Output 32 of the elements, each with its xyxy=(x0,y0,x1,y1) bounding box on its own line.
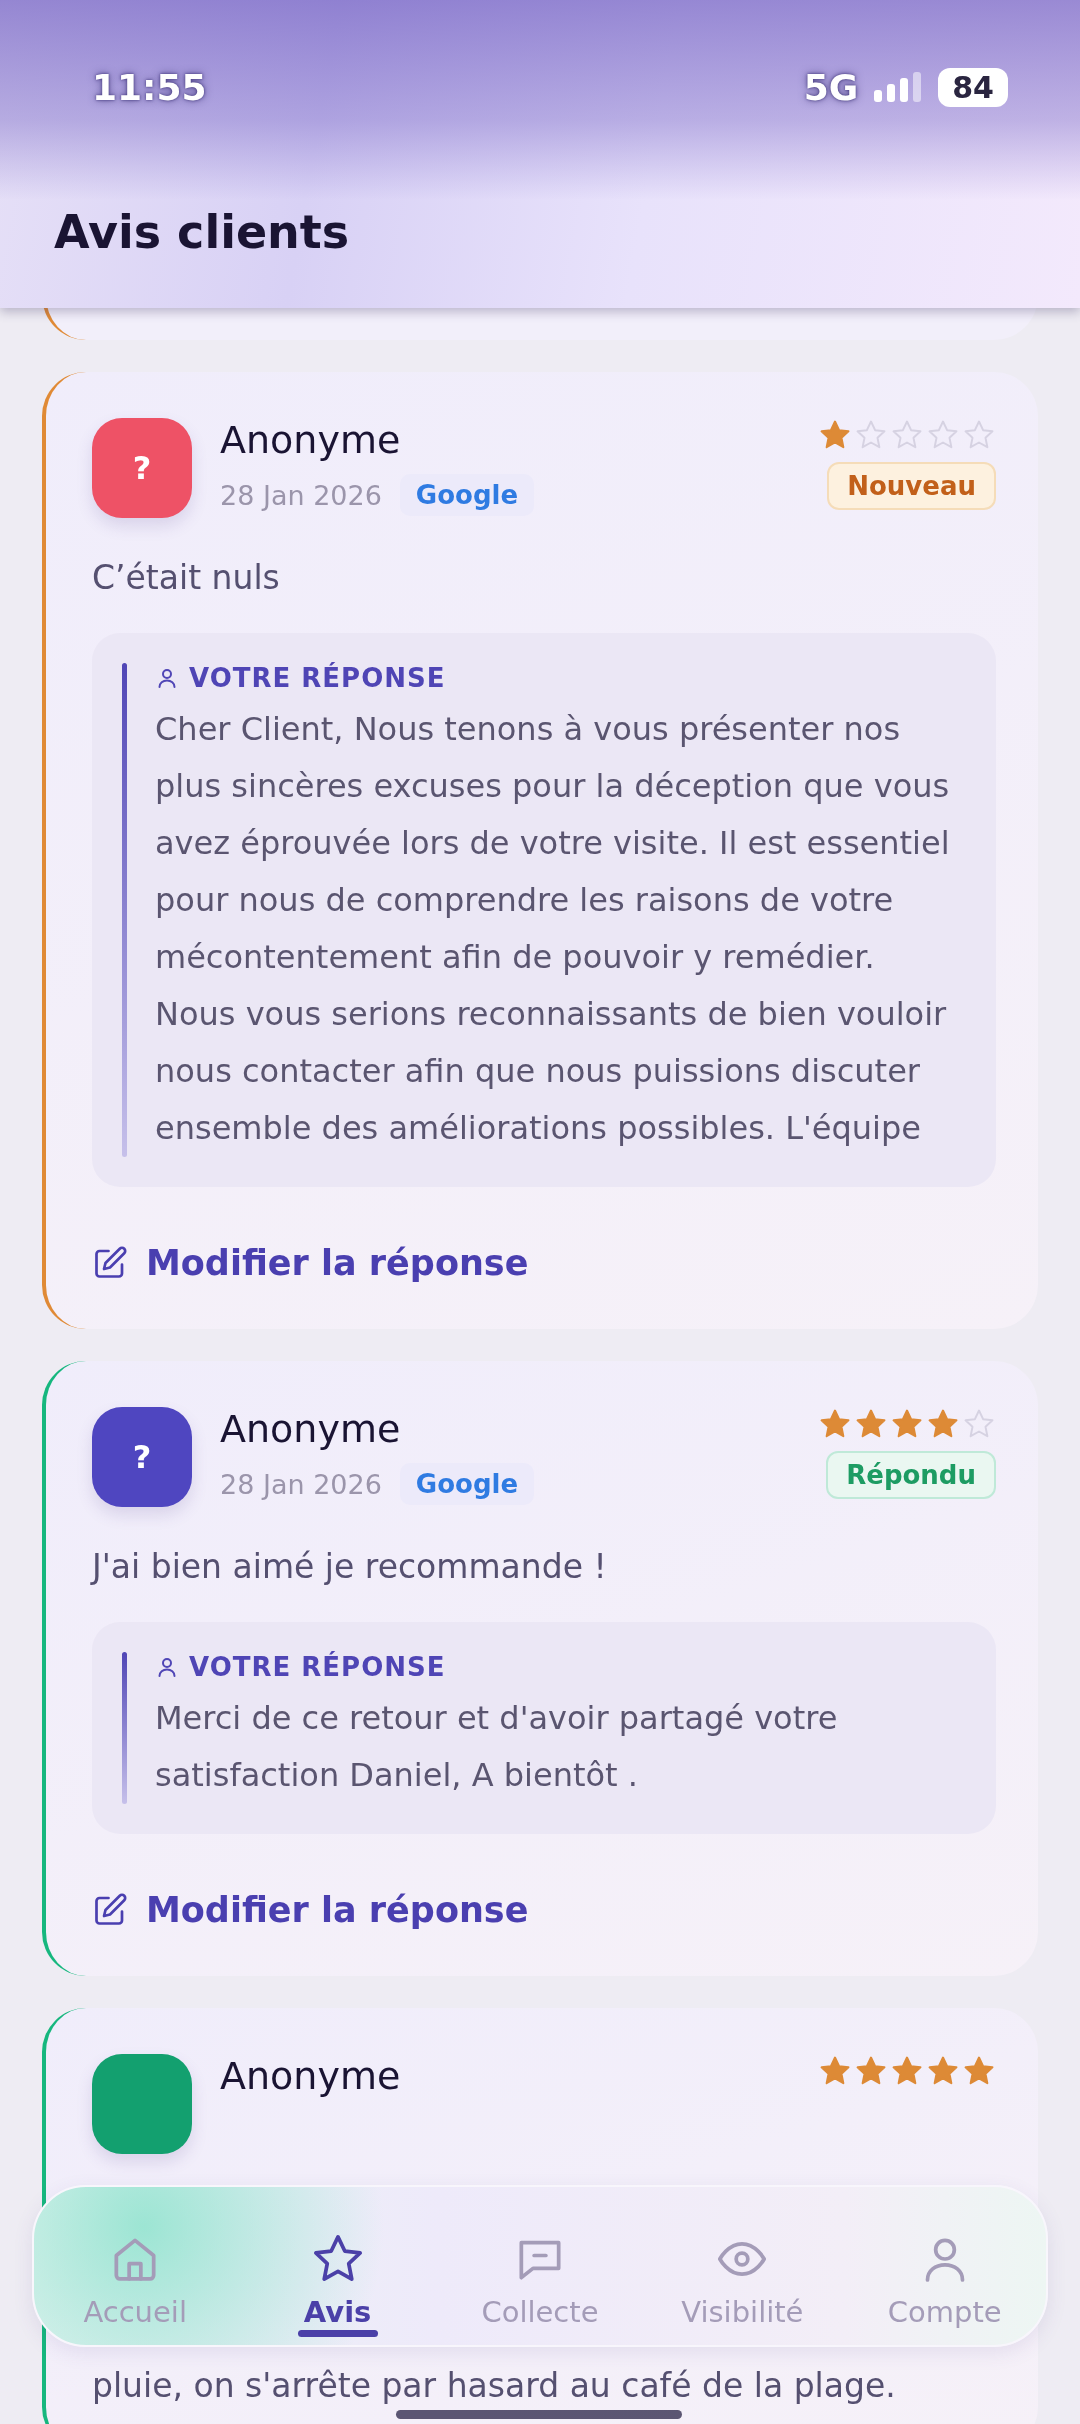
edit-icon xyxy=(92,1245,128,1281)
reply-label: VOTRE RÉPONSE xyxy=(189,663,446,693)
edit-reply-link[interactable]: Modifier la réponse xyxy=(92,1890,529,1930)
edit-reply-link[interactable]: Modifier la réponse xyxy=(92,1243,529,1283)
review-text: pluie, on s'arrête par hasard au café de la plage. xyxy=(92,2366,897,2405)
nav-tab[interactable]: Compte xyxy=(849,2187,1040,2337)
network-label: 5G xyxy=(803,66,859,108)
source-tag: Google xyxy=(399,474,535,516)
page-title: Avis clients xyxy=(54,205,350,259)
battery-level: 84 xyxy=(938,67,1008,107)
status-time: 11:55 xyxy=(92,66,207,108)
source-tag: Google xyxy=(399,1463,535,1505)
reply-label: VOTRE RÉPONSE xyxy=(189,1652,446,1682)
nav-tab[interactable]: Accueil xyxy=(40,2187,231,2337)
edit-icon xyxy=(92,1892,128,1928)
nav-tab[interactable]: Collecte xyxy=(444,2187,635,2337)
nav-tab[interactable]: Avis xyxy=(242,2187,433,2337)
signal-icon xyxy=(874,72,923,102)
nav-tab[interactable]: Visibilité xyxy=(647,2187,838,2337)
reply-text: Merci de ce retour et d'avoir partagé votre satisfaction Daniel, A bientôt . xyxy=(155,1698,839,1796)
review-text: C’était nuls xyxy=(92,558,281,597)
review-date: 28 Jan 2026 xyxy=(220,1468,382,1500)
status-badge: Répondu xyxy=(826,1451,996,1499)
avatar: ? xyxy=(92,418,192,518)
status-badge: Nouveau xyxy=(827,462,996,510)
author-name: Anonyme xyxy=(220,418,402,462)
avatar: ? xyxy=(92,1407,192,1507)
author-name: Anonyme xyxy=(220,2054,402,2098)
review-date: 28 Jan 2026 xyxy=(220,479,382,511)
reply-text: Cher Client, Nous tenons à vous présenter nos plus sincères excuses pour la déception que vous avez éprouvée lors de votre visite. Il est essentiel pour nous de comprendre les raisons de votre mécontentement afin de pouvoir y remédier. Nous vous serions reconnaissants de bien vouloir nous contacter afin que nous puissions discuter ensemble des améliorations possibles. L'équipe xyxy=(155,709,951,1149)
review-text: J'ai bien aimé je recommande ! xyxy=(92,1547,608,1586)
author-name: Anonyme xyxy=(220,1407,402,1451)
